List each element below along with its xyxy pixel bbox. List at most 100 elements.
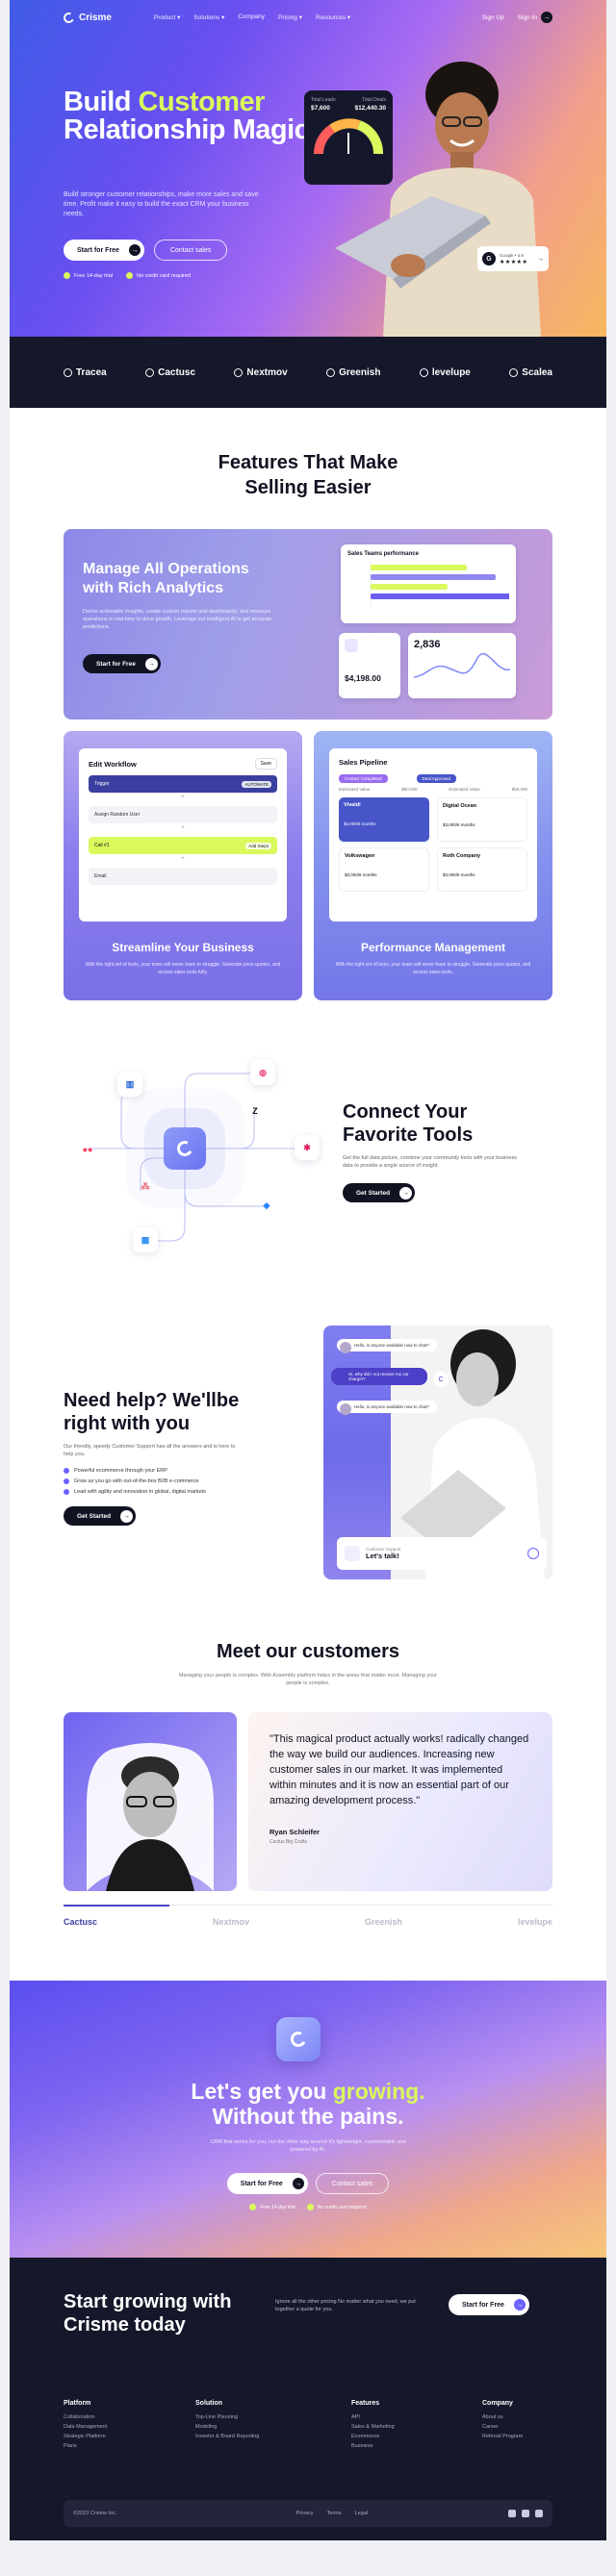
- nav-item-pricing[interactable]: Pricing ▾: [278, 13, 302, 21]
- footer-link[interactable]: API: [351, 2414, 482, 2420]
- pipeline-card-roth-company[interactable]: Roth Company $3,000/6 months: [437, 847, 527, 892]
- dribbble-icon[interactable]: ◍: [250, 1060, 275, 1085]
- footer-start-free-button[interactable]: Start for Free →: [449, 2294, 529, 2315]
- arrow-right-icon: →: [537, 255, 544, 263]
- footer-link[interactable]: Investor & Board Reporting: [195, 2434, 351, 2439]
- check-no-card: No credit card required: [126, 272, 191, 279]
- analytics-feature-card: Manage All Operations with Rich Analytic…: [64, 529, 552, 720]
- integrations-get-started-button[interactable]: Get Started →: [343, 1183, 416, 1202]
- contact-sales-button[interactable]: Contact sales: [153, 240, 228, 261]
- plus-icon[interactable]: +: [89, 795, 277, 800]
- jira-icon[interactable]: ◆: [254, 1193, 279, 1218]
- terms-link[interactable]: Terms: [327, 2511, 342, 2516]
- customers-subtitle: Managing your people is complex. With As…: [178, 1673, 438, 1686]
- footer-link[interactable]: Modeling: [195, 2424, 351, 2430]
- nav-item-solutions[interactable]: Solutions ▾: [193, 13, 224, 21]
- grid-app-icon[interactable]: ▦: [133, 1227, 158, 1252]
- footer-col-title: Solution: [195, 2400, 222, 2407]
- testimonial-name: Ryan Schleifer: [270, 1828, 321, 1836]
- pipeline-title: Performance Management: [360, 941, 506, 954]
- cta-title: Let's get you growing. Without the pains.: [191, 2079, 425, 2129]
- list-item: Lead with agility and innovation in glob…: [64, 1489, 275, 1495]
- footer-link[interactable]: Business: [351, 2443, 482, 2449]
- greenish-logo-icon: [326, 367, 336, 377]
- footer-link[interactable]: Career: [482, 2424, 523, 2430]
- hero-subtitle: Build stronger customer relationships, m…: [64, 191, 259, 217]
- monday-icon[interactable]: ●●: [75, 1137, 100, 1162]
- signup-link[interactable]: Sign Up: [482, 14, 504, 21]
- gauge-chart: [313, 118, 383, 155]
- zendesk-icon[interactable]: Z: [243, 1099, 268, 1124]
- workflow-desc: With the right set of tools, your team w…: [85, 962, 281, 975]
- plus-icon[interactable]: +: [89, 856, 277, 862]
- trello-icon[interactable]: ▥: [117, 1072, 142, 1097]
- support-icon: [345, 1546, 360, 1561]
- instagram-icon[interactable]: [522, 2510, 529, 2517]
- pipeline-desc: With the right set of tools, your team w…: [335, 962, 531, 975]
- nav-item-resources[interactable]: Resources ▾: [316, 13, 350, 21]
- facebook-icon[interactable]: [535, 2510, 543, 2517]
- cta-start-free-button[interactable]: Start for Free →: [226, 2173, 308, 2194]
- workflow-step-assign[interactable]: Assign Random User: [89, 806, 277, 823]
- footer-link[interactable]: Data Management: [64, 2424, 195, 2430]
- crisme-chat-icon: C: [433, 1372, 449, 1387]
- asana-icon[interactable]: ⁂: [133, 1174, 158, 1199]
- check-no-card: No credit card required: [306, 2204, 367, 2210]
- workflow-step-trigger[interactable]: Trigger AUTOMATE: [89, 775, 277, 793]
- footer-bottom-bar: ©2023 Crisme Inc. Privacy Terms Legal: [64, 2500, 552, 2527]
- signin-button[interactable]: Sign In →: [518, 12, 552, 23]
- footer-link[interactable]: Sales & Marketing: [351, 2424, 482, 2430]
- workflow-step-call[interactable]: Call #1 Add Steps: [89, 837, 277, 854]
- footer-link[interactable]: Plans: [64, 2443, 195, 2449]
- support-chat-bar[interactable]: Customer Support Let's talk!: [337, 1537, 547, 1570]
- cactusc-logo-icon: [145, 367, 155, 377]
- footer-link[interactable]: Top-Line Planning: [195, 2414, 351, 2420]
- start-free-button[interactable]: Start for Free →: [64, 240, 144, 261]
- pipeline-card-digital-ocean[interactable]: Digital Ocean $3,000/6 months: [437, 797, 527, 842]
- plus-icon[interactable]: +: [89, 825, 277, 831]
- stat-sparkline: [413, 652, 511, 678]
- brand-logo[interactable]: Crisme: [62, 10, 112, 25]
- customer-tab-greenish[interactable]: Greenish: [365, 1917, 402, 1927]
- nav-item-company[interactable]: Company: [238, 13, 265, 21]
- footer-col-title: Company: [482, 2400, 513, 2407]
- support-get-started-button[interactable]: Get Started →: [64, 1506, 137, 1526]
- check-icon: [249, 2204, 257, 2210]
- linkedin-icon[interactable]: [508, 2510, 516, 2517]
- list-item: Grow as you go with out-of-the-box B2B e…: [64, 1478, 275, 1484]
- legal-link[interactable]: Legal: [355, 2511, 368, 2516]
- workflow-step-email[interactable]: Email: [89, 868, 277, 885]
- scalea-logo-icon: [509, 367, 519, 377]
- hero-section: Crisme Product ▾ Solutions ▾ Company Pri…: [10, 0, 606, 337]
- cta-contact-sales-button[interactable]: Contact sales: [315, 2173, 390, 2194]
- footer-col-title: Features: [351, 2400, 380, 2407]
- rating-card[interactable]: G Google • 4.9 ★★★★★ →: [477, 246, 549, 271]
- integrations-text: Connect Your Favorite Tools Get the full…: [343, 1100, 564, 1202]
- chat-bubble: Hi, why did I not receive my car charger…: [331, 1368, 427, 1385]
- chat-icon: [527, 1548, 539, 1559]
- footer-link[interactable]: About us: [482, 2414, 523, 2420]
- pipeline-card-vivaldi[interactable]: Vivaldi $3,000/6 months: [339, 797, 429, 842]
- save-button[interactable]: Save: [254, 758, 277, 770]
- analytics-start-button[interactable]: Start for Free →: [83, 654, 161, 673]
- customer-tab-nextmov[interactable]: Nextmov: [213, 1917, 249, 1927]
- check-icon: [306, 2204, 314, 2210]
- customer-tab-levelupe[interactable]: levelupe: [518, 1917, 552, 1927]
- pipeline-panel: Sales Pipeline Contact Completed Deal Ap…: [329, 748, 537, 922]
- partner-logo-nextmov: Nextmov: [234, 367, 288, 378]
- privacy-link[interactable]: Privacy: [296, 2511, 314, 2516]
- arrow-right-icon: →: [292, 2178, 304, 2189]
- support-feature-list: Powerful ecommerce through your ERP Grow…: [64, 1468, 275, 1495]
- footer-link[interactable]: Referral Program: [482, 2434, 523, 2439]
- slack-icon[interactable]: ✱: [295, 1135, 320, 1160]
- nav-item-product[interactable]: Product ▾: [154, 13, 180, 21]
- customer-tab-cactusc[interactable]: Cactusc: [64, 1917, 97, 1927]
- social-links: [508, 2510, 543, 2517]
- footer-columns: Platform Collaboration Data Management S…: [64, 2400, 552, 2449]
- footer-link[interactable]: Strategic Platform: [64, 2434, 195, 2439]
- deal-values: Estimated Value $50,000 Estimated Value $50…: [339, 787, 527, 792]
- integrations-section: ▥ ◍ Z ●● ✱ ⁂ ◆ ▦ Connect Your Favorite T…: [10, 1039, 606, 1318]
- footer-link[interactable]: Ecommerce: [351, 2434, 482, 2439]
- footer-link[interactable]: Collaboration: [64, 2414, 195, 2420]
- pipeline-card-volkswagen[interactable]: Volkswagen $3,000/6 months: [339, 847, 429, 892]
